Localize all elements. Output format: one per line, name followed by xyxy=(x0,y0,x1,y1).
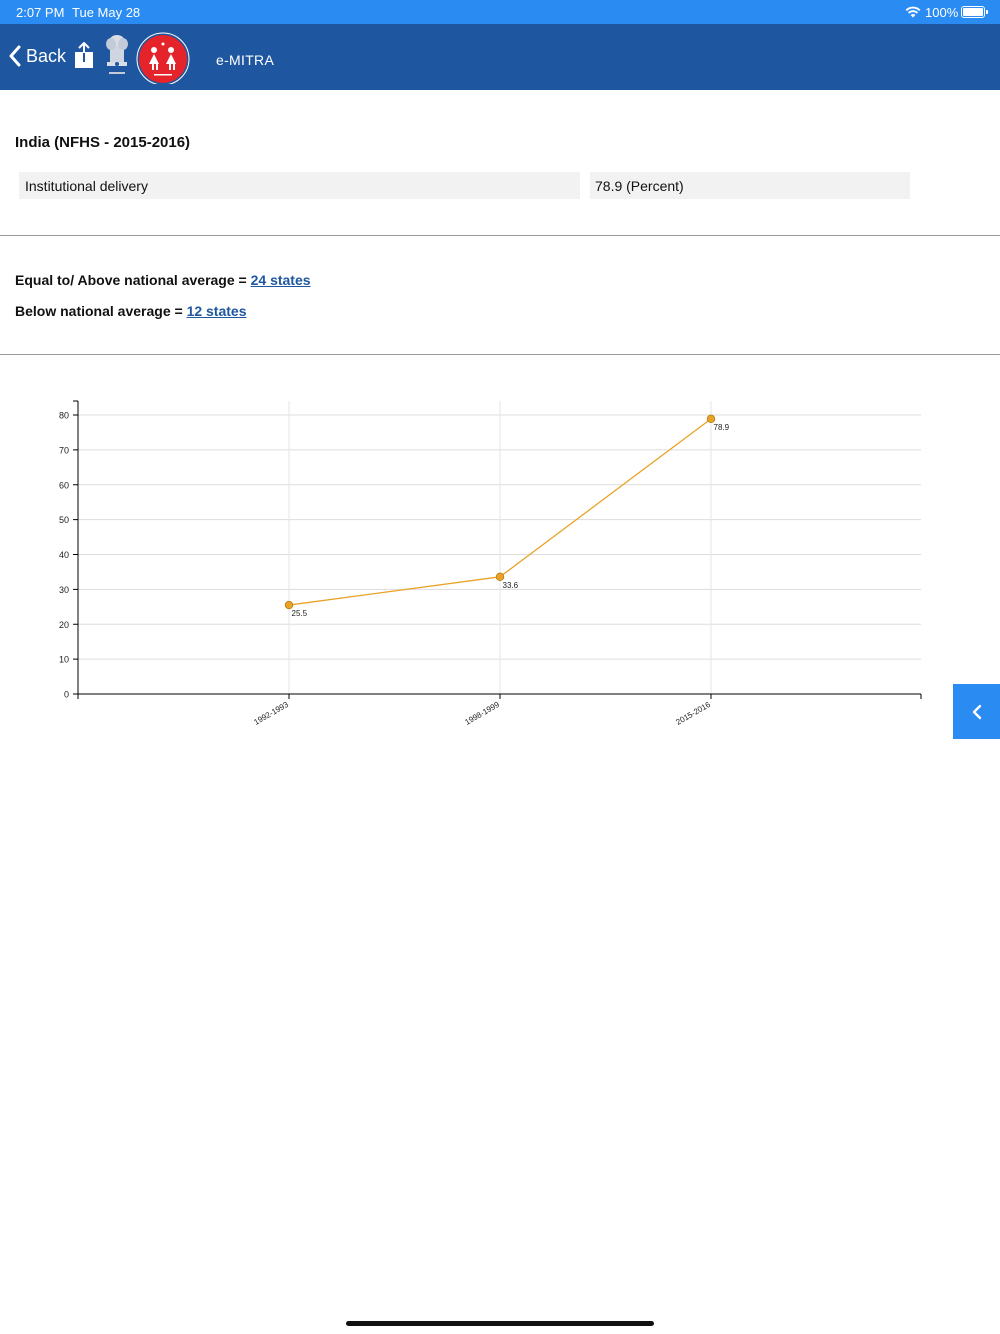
share-icon[interactable] xyxy=(73,42,95,70)
below-average-row: Below national average = 12 states xyxy=(15,303,247,319)
below-average-link[interactable]: 12 states xyxy=(187,303,247,319)
data-label: 78.9 xyxy=(714,423,730,432)
x-tick-label: 1998-1999 xyxy=(463,700,501,727)
state-emblem-logo xyxy=(106,35,128,74)
data-point xyxy=(495,572,505,582)
side-panel-toggle[interactable] xyxy=(953,684,1000,739)
data-label: 25.5 xyxy=(292,609,308,618)
below-average-label: Below national average = xyxy=(15,303,187,319)
divider xyxy=(0,235,1000,236)
indicator-value: 78.9 (Percent) xyxy=(590,172,910,199)
x-tick-label: 1992-1993 xyxy=(252,700,290,727)
x-tick-label: 2015-2016 xyxy=(674,700,712,727)
navigation-bar: Back e-MITRA xyxy=(0,24,1000,90)
divider xyxy=(0,354,1000,355)
status-time: 2:07 PM xyxy=(16,5,65,20)
y-tick-label: 10 xyxy=(59,655,69,665)
y-tick-label: 40 xyxy=(59,550,69,560)
above-average-row: Equal to/ Above national average = 24 st… xyxy=(15,272,311,288)
data-point xyxy=(706,414,716,424)
home-indicator xyxy=(346,1321,654,1326)
data-point xyxy=(284,600,294,610)
chevron-left-icon xyxy=(972,704,982,720)
app-title: e-MITRA xyxy=(216,52,275,68)
wifi-icon xyxy=(905,6,921,18)
line-chart: 0 10 20 30 40 50 60 70 80 1992-1993 1998-1999 2015-… xyxy=(59,400,922,727)
y-tick-label: 0 xyxy=(64,690,69,700)
back-label: Back xyxy=(26,45,67,66)
region-title: India (NFHS - 2015-2016) xyxy=(15,134,191,151)
above-average-label: Equal to/ Above national average = xyxy=(15,272,251,288)
above-average-link[interactable]: 24 states xyxy=(251,272,311,288)
nhm-logo xyxy=(136,32,190,84)
back-button[interactable]: Back xyxy=(8,42,66,70)
y-tick-label: 20 xyxy=(59,620,69,630)
data-label: 33.6 xyxy=(503,581,519,590)
chevron-left-icon xyxy=(9,45,21,67)
y-tick-label: 70 xyxy=(59,445,69,455)
indicator-name: Institutional delivery xyxy=(19,172,580,199)
y-tick-label: 50 xyxy=(59,515,69,525)
y-tick-label: 30 xyxy=(59,585,69,595)
status-date: Tue May 28 xyxy=(72,5,141,20)
battery-percent: 100% xyxy=(925,5,959,20)
y-tick-label: 60 xyxy=(59,480,69,490)
battery-icon xyxy=(961,6,988,18)
status-bar: 2:07 PM Tue May 28 100% xyxy=(0,0,1000,24)
y-tick-label: 80 xyxy=(59,411,69,421)
